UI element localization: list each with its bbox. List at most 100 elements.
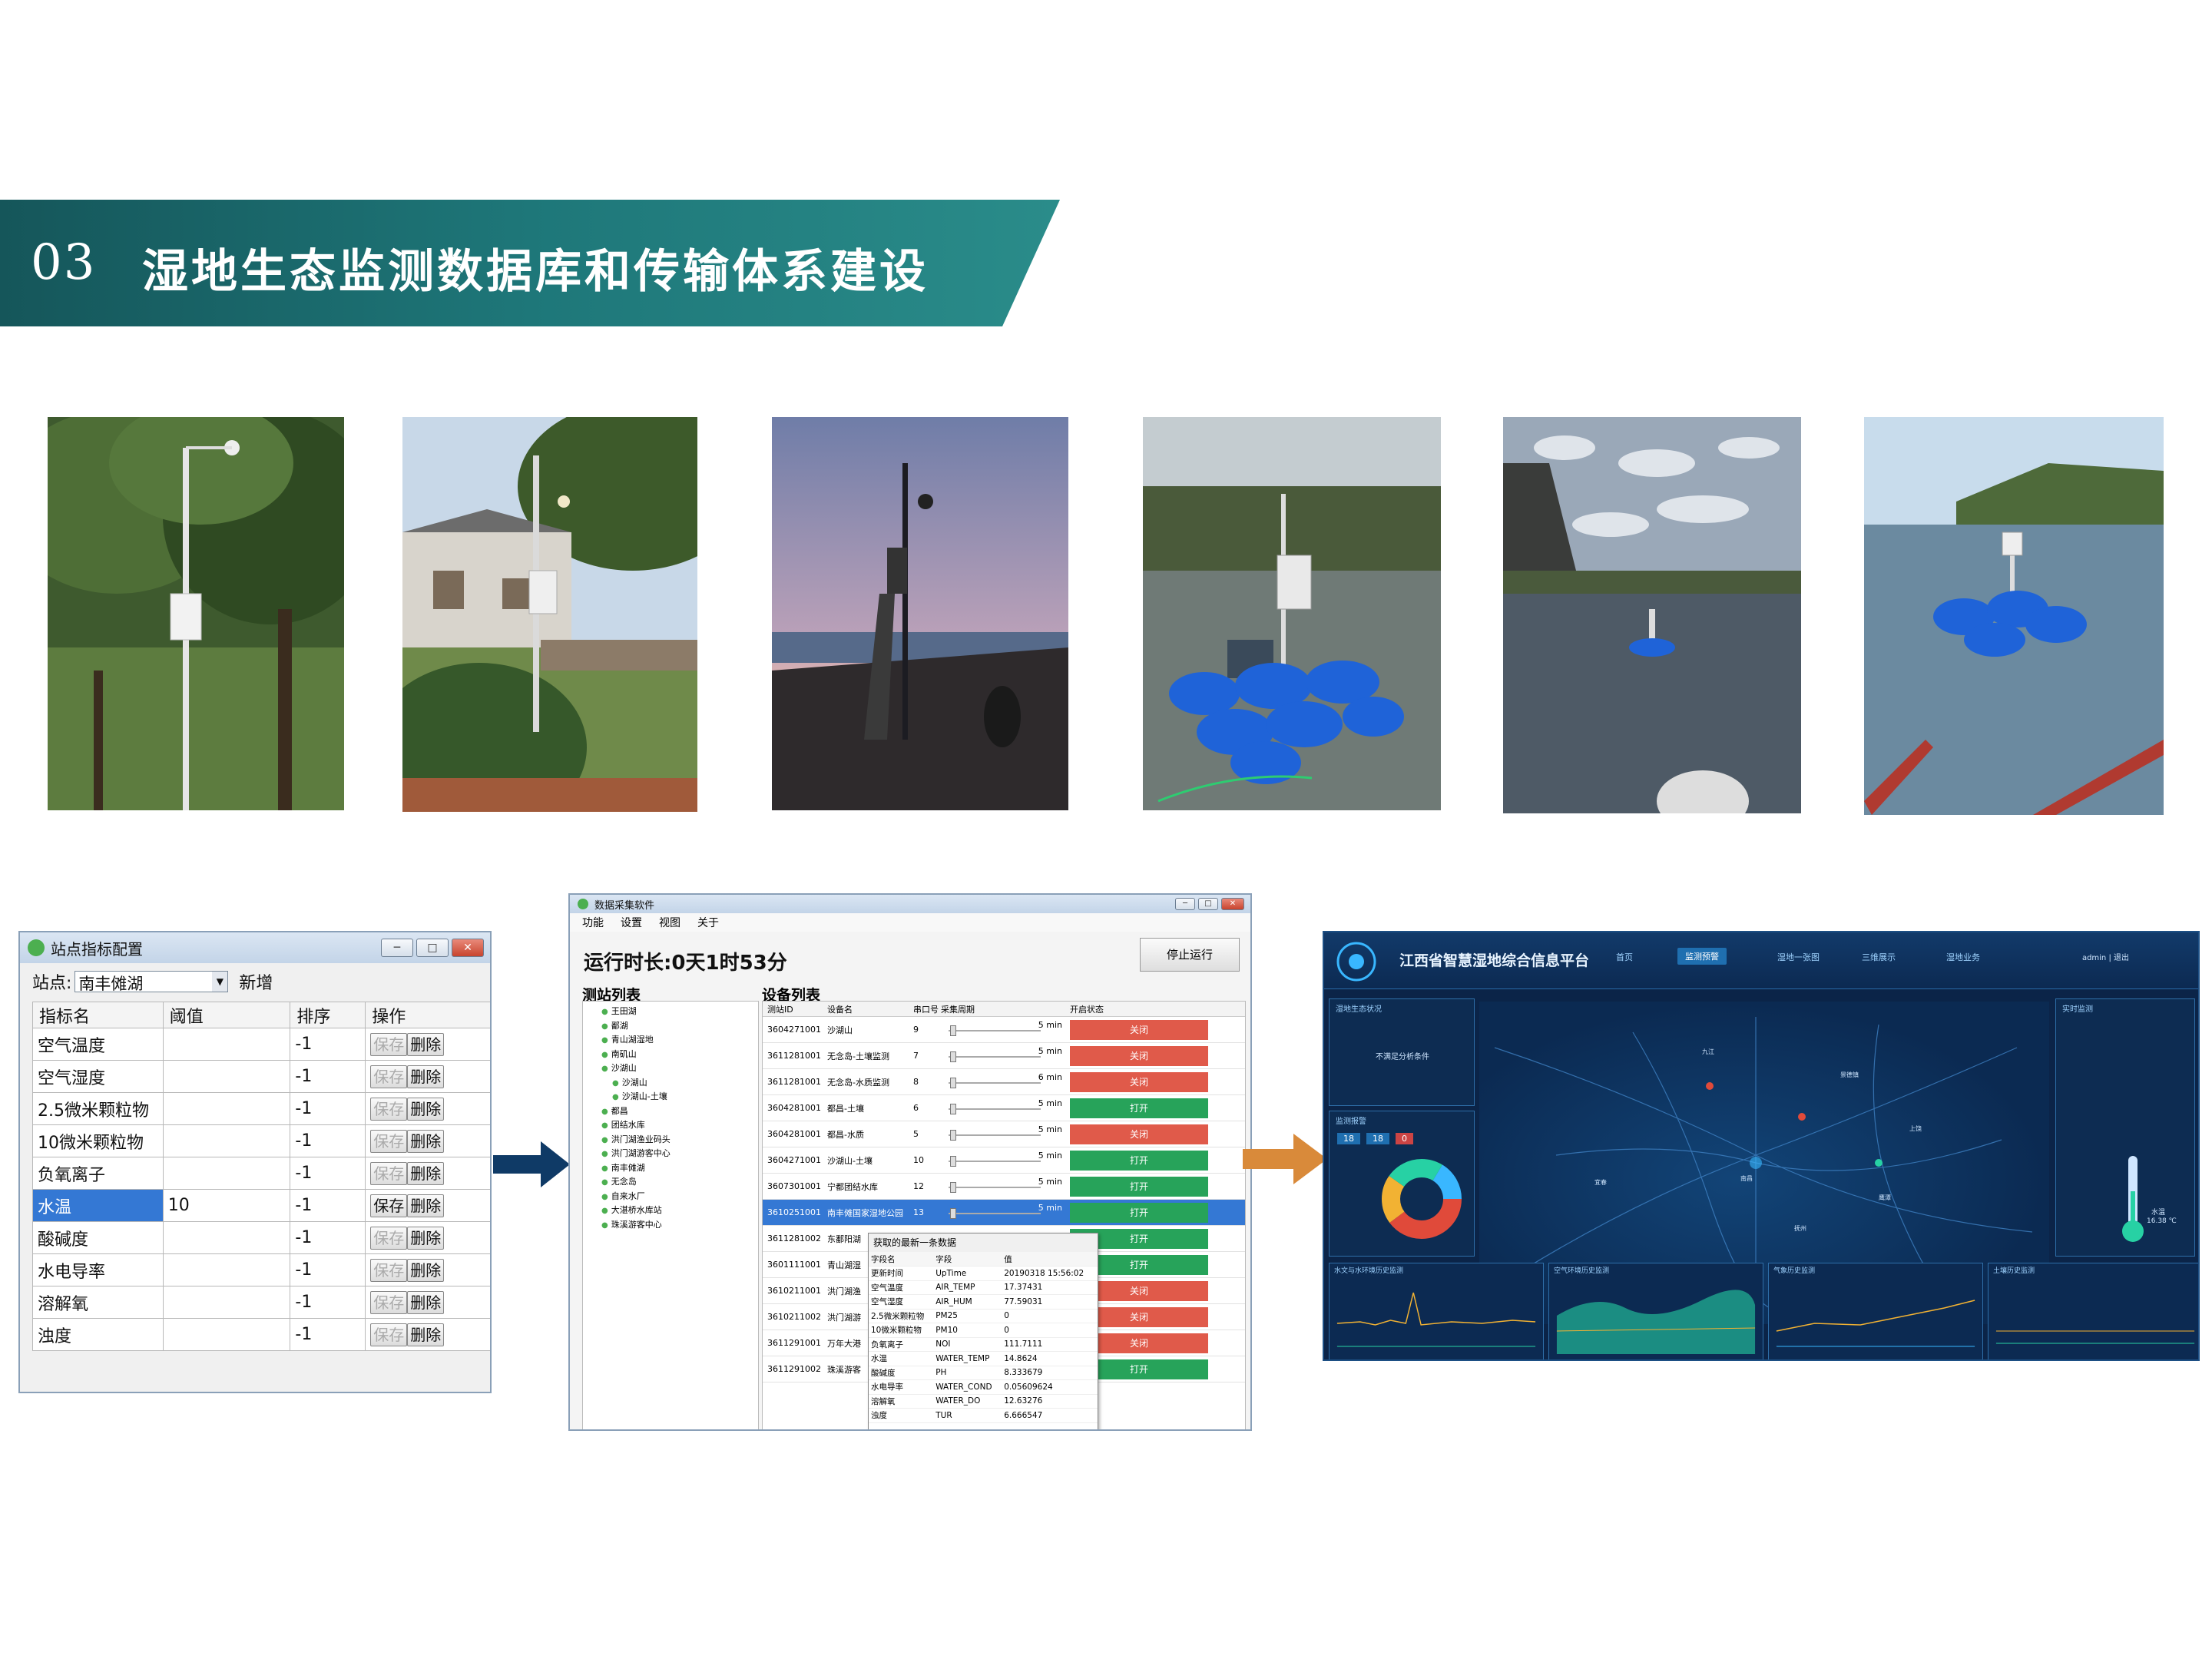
close-button[interactable]: ✕ bbox=[452, 939, 484, 957]
threshold-cell[interactable] bbox=[162, 1221, 291, 1254]
menu-item[interactable]: 视图 bbox=[659, 915, 680, 930]
period-slider[interactable]: 6 min bbox=[941, 1071, 1064, 1094]
tree-item[interactable]: 沙湖山 bbox=[601, 1076, 758, 1091]
delete-button[interactable]: 删除 bbox=[407, 1226, 445, 1250]
table-row[interactable]: 负氧离子 -1 保存 删除 bbox=[32, 1157, 490, 1190]
table-row[interactable]: 空气湿度 -1 保存 删除 bbox=[32, 1060, 490, 1093]
order-cell[interactable]: -1 bbox=[290, 1221, 366, 1254]
tree-item[interactable]: 沙湖山-土壤 bbox=[601, 1090, 758, 1104]
slider-thumb[interactable] bbox=[950, 1051, 956, 1062]
tree-item[interactable]: 团结水库 bbox=[601, 1118, 758, 1133]
state-toggle-button[interactable]: 关闭 bbox=[1070, 1124, 1208, 1144]
period-slider[interactable]: 5 min bbox=[941, 1045, 1064, 1068]
nav-monitoring[interactable]: 监测预警 bbox=[1677, 948, 1727, 965]
site-select[interactable]: 南丰傩湖 ▼ bbox=[75, 971, 229, 993]
save-button[interactable]: 保存 bbox=[370, 1161, 408, 1185]
state-toggle-button[interactable]: 关闭 bbox=[1070, 1071, 1208, 1092]
slider-thumb[interactable] bbox=[950, 1207, 956, 1219]
user-menu[interactable]: admin | 退出 bbox=[2082, 951, 2129, 962]
slider-thumb[interactable] bbox=[950, 1181, 956, 1193]
order-cell[interactable]: -1 bbox=[290, 1060, 366, 1093]
threshold-cell[interactable] bbox=[162, 1286, 291, 1319]
save-button[interactable]: 保存 bbox=[370, 1258, 408, 1282]
delete-button[interactable]: 删除 bbox=[407, 1258, 445, 1282]
close-button[interactable]: ✕ bbox=[1221, 898, 1244, 910]
period-slider[interactable]: 5 min bbox=[941, 1097, 1064, 1120]
threshold-cell[interactable] bbox=[162, 1124, 291, 1157]
threshold-cell[interactable] bbox=[162, 1028, 291, 1061]
order-cell[interactable]: -1 bbox=[290, 1092, 366, 1125]
delete-button[interactable]: 删除 bbox=[407, 1032, 445, 1056]
maximize-button[interactable]: □ bbox=[416, 939, 449, 957]
save-button[interactable]: 保存 bbox=[370, 1323, 408, 1346]
menu-item[interactable]: 功能 bbox=[582, 915, 604, 930]
tree-item[interactable]: 洪门湖渔业码头 bbox=[601, 1133, 758, 1147]
order-cell[interactable]: -1 bbox=[290, 1318, 366, 1351]
period-slider[interactable]: 5 min bbox=[941, 1018, 1064, 1041]
table-row[interactable]: 3604271001 沙湖山-土壤 10 5 min 打开 bbox=[763, 1147, 1245, 1174]
threshold-cell[interactable] bbox=[162, 1253, 291, 1286]
slider-thumb[interactable] bbox=[950, 1155, 956, 1167]
order-cell[interactable]: -1 bbox=[290, 1124, 366, 1157]
table-row[interactable]: 水温 10 -1 保存 删除 bbox=[32, 1189, 490, 1222]
save-button[interactable]: 保存 bbox=[370, 1129, 408, 1153]
nav-business[interactable]: 湿地业务 bbox=[1946, 951, 1980, 963]
tree-item[interactable]: 王田湖 bbox=[601, 1005, 758, 1019]
slider-thumb[interactable] bbox=[950, 1103, 956, 1114]
save-button[interactable]: 保存 bbox=[370, 1065, 408, 1088]
table-row[interactable]: 酸碱度 -1 保存 删除 bbox=[32, 1221, 490, 1254]
table-row[interactable]: 3604281001 都昌-土壤 6 5 min 打开 bbox=[763, 1095, 1245, 1121]
tree-item[interactable]: 南丰傩湖 bbox=[601, 1161, 758, 1176]
maximize-button[interactable]: □ bbox=[1198, 898, 1218, 910]
table-row[interactable]: 水电导率 -1 保存 删除 bbox=[32, 1253, 490, 1286]
period-slider[interactable]: 5 min bbox=[941, 1149, 1064, 1172]
tree-item[interactable]: 洪门湖游客中心 bbox=[601, 1147, 758, 1161]
order-cell[interactable]: -1 bbox=[290, 1286, 366, 1319]
tree-item[interactable]: 都昌 bbox=[601, 1104, 758, 1119]
save-button[interactable]: 保存 bbox=[370, 1226, 408, 1250]
nav-3d[interactable]: 三维展示 bbox=[1862, 951, 1896, 963]
minimize-button[interactable]: ─ bbox=[1175, 898, 1195, 910]
table-row[interactable]: 3604281001 都昌-水质 5 5 min 关闭 bbox=[763, 1121, 1245, 1147]
nav-home[interactable]: 首页 bbox=[1616, 951, 1633, 963]
delete-button[interactable]: 删除 bbox=[407, 1065, 445, 1088]
state-toggle-button[interactable]: 关闭 bbox=[1070, 1019, 1208, 1040]
threshold-cell[interactable] bbox=[162, 1092, 291, 1125]
delete-button[interactable]: 删除 bbox=[407, 1129, 445, 1153]
tree-item[interactable]: 大湛桥水库站 bbox=[601, 1204, 758, 1218]
order-cell[interactable]: -1 bbox=[290, 1028, 366, 1061]
tree-item[interactable]: 鄱湖 bbox=[601, 1019, 758, 1034]
delete-button[interactable]: 删除 bbox=[407, 1194, 445, 1217]
tree-item[interactable]: 珠溪游客中心 bbox=[601, 1218, 758, 1233]
table-row[interactable]: 2.5微米颗粒物 -1 保存 删除 bbox=[32, 1092, 490, 1125]
state-toggle-button[interactable]: 打开 bbox=[1070, 1176, 1208, 1197]
save-button[interactable]: 保存 bbox=[370, 1032, 408, 1056]
add-button[interactable]: 新增 bbox=[239, 969, 273, 994]
slider-thumb[interactable] bbox=[950, 1025, 956, 1036]
minimize-button[interactable]: ─ bbox=[381, 939, 413, 957]
state-toggle-button[interactable]: 打开 bbox=[1070, 1202, 1208, 1223]
table-row[interactable]: 10微米颗粒物 -1 保存 删除 bbox=[32, 1124, 490, 1157]
table-row[interactable]: 浊度 -1 保存 删除 bbox=[32, 1318, 490, 1351]
tree-item[interactable]: 自来水厂 bbox=[601, 1190, 758, 1204]
threshold-cell[interactable] bbox=[162, 1318, 291, 1351]
period-slider[interactable]: 5 min bbox=[941, 1201, 1064, 1224]
period-slider[interactable]: 5 min bbox=[941, 1175, 1064, 1198]
delete-button[interactable]: 删除 bbox=[407, 1323, 445, 1346]
tree-item[interactable]: 南矶山 bbox=[601, 1048, 758, 1062]
table-row[interactable]: 3604271001 沙湖山 9 5 min 关闭 bbox=[763, 1017, 1245, 1043]
chevron-down-icon[interactable]: ▼ bbox=[212, 972, 228, 992]
table-row[interactable]: 3611281001 无念岛-土壤监测 7 5 min 关闭 bbox=[763, 1043, 1245, 1069]
order-cell[interactable]: -1 bbox=[290, 1157, 366, 1190]
nav-map[interactable]: 湿地一张图 bbox=[1777, 951, 1820, 963]
save-button[interactable]: 保存 bbox=[370, 1194, 408, 1217]
menu-item[interactable]: 关于 bbox=[697, 915, 719, 930]
state-toggle-button[interactable]: 关闭 bbox=[1070, 1045, 1208, 1066]
stop-button[interactable]: 停止运行 bbox=[1140, 938, 1240, 972]
table-row[interactable]: 3610251001 南丰傩国家湿地公园 13 5 min 打开 bbox=[763, 1200, 1245, 1226]
table-row[interactable]: 3607301001 宁都团结水库 12 5 min 打开 bbox=[763, 1174, 1245, 1200]
slider-thumb[interactable] bbox=[950, 1129, 956, 1141]
order-cell[interactable]: -1 bbox=[290, 1189, 366, 1222]
delete-button[interactable]: 删除 bbox=[407, 1161, 445, 1185]
state-toggle-button[interactable]: 打开 bbox=[1070, 1150, 1208, 1171]
